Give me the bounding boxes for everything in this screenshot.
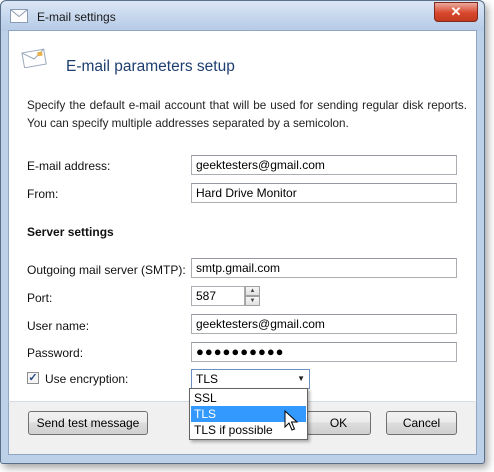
smtp-input[interactable]: smtp.gmail.com [191,258,457,278]
email-address-input[interactable]: geektesters@gmail.com [191,155,457,175]
dialog-body: E-mail parameters setup Specify the defa… [8,30,477,402]
use-encryption-checkbox[interactable]: ✓ [27,372,39,384]
envelope-icon [21,48,47,68]
send-test-message-button[interactable]: Send test message [28,411,148,435]
user-name-input[interactable]: geektesters@gmail.com [191,314,457,334]
smtp-label: Outgoing mail server (SMTP): [27,263,186,277]
envelope-icon [10,9,28,23]
user-name-label: User name: [27,319,90,333]
encryption-selected-value: TLS [196,372,219,386]
title-bar[interactable]: E-mail settings ✕ [1,1,484,31]
spin-down-icon[interactable]: ▼ [245,296,260,306]
server-settings-heading: Server settings [27,225,114,239]
description-text: Specify the default e-mail account that … [27,99,467,130]
chevron-down-icon: ▼ [297,374,305,383]
dialog-header: E-mail parameters setup [9,31,476,80]
check-icon: ✓ [28,372,38,384]
port-stepper: ▲ ▼ [245,286,260,306]
close-button[interactable]: ✕ [434,2,478,22]
window-title: E-mail settings [37,10,116,24]
from-label: From: [27,187,59,201]
password-label: Password: [27,346,84,360]
from-input[interactable]: Hard Drive Monitor [191,183,457,203]
spin-up-icon[interactable]: ▲ [245,286,260,296]
ok-button[interactable]: OK [306,411,371,435]
cancel-button[interactable]: Cancel [386,411,457,435]
encryption-option-ssl[interactable]: SSL [191,390,306,406]
password-input[interactable]: ●●●●●●●●●● [191,342,457,362]
port-input[interactable]: 587 [191,286,245,306]
email-address-label: E-mail address: [27,159,111,173]
mouse-cursor-icon [284,410,298,431]
use-encryption-label[interactable]: Use encryption: [45,372,128,386]
encryption-select[interactable]: TLS ▼ [191,369,310,389]
close-icon: ✕ [450,4,462,19]
dialog-heading: E-mail parameters setup [66,58,235,75]
port-label: Port: [27,291,53,305]
